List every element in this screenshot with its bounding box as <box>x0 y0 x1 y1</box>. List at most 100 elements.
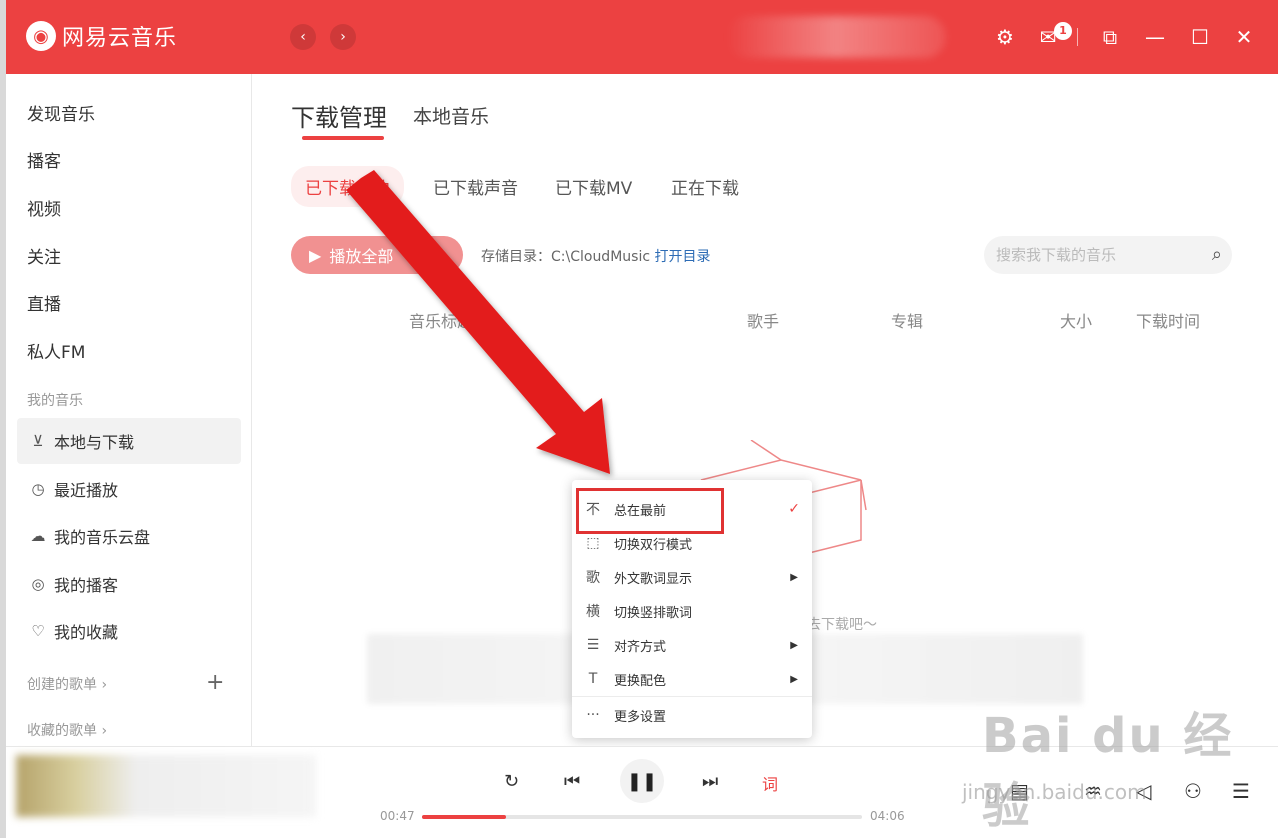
download-icon: ⊻ <box>32 432 44 450</box>
menu-item-label: 对齐方式 <box>614 639 667 655</box>
annotation-highlight-box <box>576 488 724 534</box>
progress-fill <box>422 815 506 819</box>
sidebar-item-label: 我的收藏 <box>54 623 119 642</box>
submenu-arrow-icon: ▶ <box>790 639 798 651</box>
now-playing-blurred <box>16 755 316 817</box>
sidebar-item-recent[interactable]: ◷ 最近播放 <box>17 466 241 512</box>
my-music-section-title: 我的音乐 <box>27 393 83 409</box>
column-size[interactable]: 大小 <box>1060 308 1092 332</box>
tab-local-music[interactable]: 本地音乐 <box>413 102 489 129</box>
menu-separator <box>572 696 812 697</box>
current-time: 00:47 <box>380 809 415 823</box>
column-download-time[interactable]: 下载时间 <box>1136 308 1200 332</box>
back-button[interactable]: ‹ <box>290 24 316 50</box>
minimize-icon[interactable]: — <box>1141 24 1169 50</box>
sidebar-item-discover[interactable]: 发现音乐 <box>27 100 95 125</box>
sidebar-item-label: 我的音乐云盘 <box>54 528 151 547</box>
blurred-search-area <box>726 16 946 58</box>
total-time: 04:06 <box>870 809 905 823</box>
submenu-arrow-icon: ▶ <box>790 571 798 583</box>
sidebar-item-fm[interactable]: 私人FM <box>27 338 85 363</box>
menu-item-label: 切换双行模式 <box>614 537 693 553</box>
previous-track-icon[interactable]: ⏮ <box>564 771 580 792</box>
lyrics-icon: 歌 <box>586 570 600 586</box>
subtab-downloaded-audio[interactable]: 已下载声音 <box>433 174 518 199</box>
sidebar-item-favorites[interactable]: ♡ 我的收藏 <box>17 608 241 654</box>
maximize-icon[interactable]: ☐ <box>1186 24 1214 50</box>
storage-directory: 存储目录：C:\CloudMusic 打开目录 <box>481 246 711 266</box>
search-input[interactable]: 搜索我下载的音乐 ⌕ <box>984 236 1232 274</box>
menu-item-label: 更多设置 <box>614 709 667 725</box>
subtab-downloaded-songs[interactable]: 已下载单曲 <box>291 166 404 207</box>
menu-item-more-settings[interactable]: ··· 更多设置 <box>572 698 812 732</box>
play-all-label: 播放全部 <box>329 247 394 266</box>
podcast-icon: ◎ <box>31 575 45 593</box>
repeat-mode-icon[interactable]: ↻ <box>504 771 519 792</box>
active-tab-underline <box>302 136 384 140</box>
sidebar-item-podcast[interactable]: 播客 <box>27 147 61 172</box>
open-directory-link[interactable]: 打开目录 <box>655 249 711 265</box>
next-track-icon[interactable]: ⏭ <box>702 771 718 792</box>
netease-logo-icon: ◉ <box>26 21 56 51</box>
sidebar-item-cloud[interactable]: ☁ 我的音乐云盘 <box>17 513 241 559</box>
forward-button[interactable]: › <box>330 24 356 50</box>
subtab-downloaded-mv[interactable]: 已下载MV <box>555 174 632 199</box>
baidu-watermark: Bai du 经验 <box>982 708 1234 834</box>
more-icon: ··· <box>586 707 600 723</box>
settings-gear-icon[interactable]: ⚙ <box>991 24 1019 50</box>
menu-item-label: 外文歌词显示 <box>614 571 693 587</box>
add-to-playlist-button[interactable]: + <box>419 242 449 268</box>
menu-item-label: 更换配色 <box>614 673 667 689</box>
column-artist[interactable]: 歌手 <box>747 308 779 332</box>
sidebar-item-label: 我的播客 <box>54 576 119 595</box>
collected-playlists-header[interactable]: 收藏的歌单 › <box>27 720 107 740</box>
mail-badge: 1 <box>1054 22 1072 40</box>
menu-item-foreign-lyrics[interactable]: 歌 外文歌词显示 ▶ <box>572 560 812 594</box>
mini-mode-icon[interactable]: ⧉ <box>1096 24 1124 50</box>
lyrics-button[interactable]: 词 <box>762 771 778 795</box>
submenu-arrow-icon: ▶ <box>790 673 798 685</box>
sidebar: 发现音乐 播客 视频 关注 直播 私人FM 我的音乐 ⊻ 本地与下载 ◷ 最近播… <box>6 74 252 746</box>
app-logo[interactable]: ◉ 网易云音乐 <box>26 20 177 52</box>
tab-download-manage[interactable]: 下载管理 <box>291 98 387 133</box>
sidebar-item-label: 最近播放 <box>54 481 119 500</box>
add-playlist-button[interactable]: + <box>206 670 224 695</box>
title-bar: ◉ 网易云音乐 ‹ › ⚙ ✉ 1 ⧉ — ☐ ✕ <box>6 0 1278 74</box>
sidebar-item-live[interactable]: 直播 <box>27 290 61 315</box>
history-icon: ◷ <box>31 480 45 498</box>
subtab-downloading[interactable]: 正在下载 <box>671 174 739 199</box>
pause-button[interactable]: ❚❚ <box>620 759 664 803</box>
chevron-left-icon: ‹ <box>300 29 306 45</box>
play-icon: ▶ <box>309 245 322 265</box>
app-window: ◉ 网易云音乐 ‹ › ⚙ ✉ 1 ⧉ — ☐ ✕ 发现音乐 播客 视频 关注 … <box>0 0 1278 838</box>
menu-item-label: 切换竖排歌词 <box>614 605 693 621</box>
storage-path: 存储目录：C:\CloudMusic <box>481 249 651 265</box>
favorite-icon: ♡ <box>31 622 45 640</box>
chevron-right-icon: › <box>340 29 346 45</box>
menu-item-color-scheme[interactable]: T 更换配色 ▶ <box>572 662 812 696</box>
sidebar-item-label: 本地与下载 <box>54 433 135 452</box>
column-album[interactable]: 专辑 <box>891 308 923 332</box>
sidebar-item-my-podcast[interactable]: ◎ 我的播客 <box>17 561 241 607</box>
sidebar-item-local-download[interactable]: ⊻ 本地与下载 <box>17 418 241 464</box>
baidu-watermark-url: jingyan.baidu.com <box>962 780 1147 804</box>
checkmark-icon: ✓ <box>788 501 800 517</box>
play-all-button[interactable]: ▶ 播放全部 + <box>291 236 463 274</box>
menu-item-alignment[interactable]: ☰ 对齐方式 ▶ <box>572 628 812 662</box>
sidebar-item-follow[interactable]: 关注 <box>27 243 61 268</box>
dual-line-icon: ⬚ <box>586 535 600 551</box>
column-title[interactable]: 音乐标题 <box>409 308 473 332</box>
pause-icon: ❚❚ <box>626 770 658 792</box>
created-playlists-header[interactable]: 创建的歌单 › <box>27 674 107 694</box>
align-icon: ☰ <box>586 637 600 653</box>
search-placeholder: 搜索我下载的音乐 <box>996 246 1117 264</box>
search-icon[interactable]: ⌕ <box>1212 236 1222 274</box>
menu-item-vertical-lyrics[interactable]: 横 切换竖排歌词 <box>572 594 812 628</box>
progress-bar[interactable] <box>422 815 862 819</box>
vertical-lyrics-icon: 横 <box>586 604 600 620</box>
cloud-icon: ☁ <box>30 527 46 545</box>
close-icon[interactable]: ✕ <box>1230 24 1258 50</box>
sidebar-item-video[interactable]: 视频 <box>27 195 61 220</box>
titlebar-divider <box>1077 28 1078 46</box>
text-color-icon: T <box>588 671 598 687</box>
